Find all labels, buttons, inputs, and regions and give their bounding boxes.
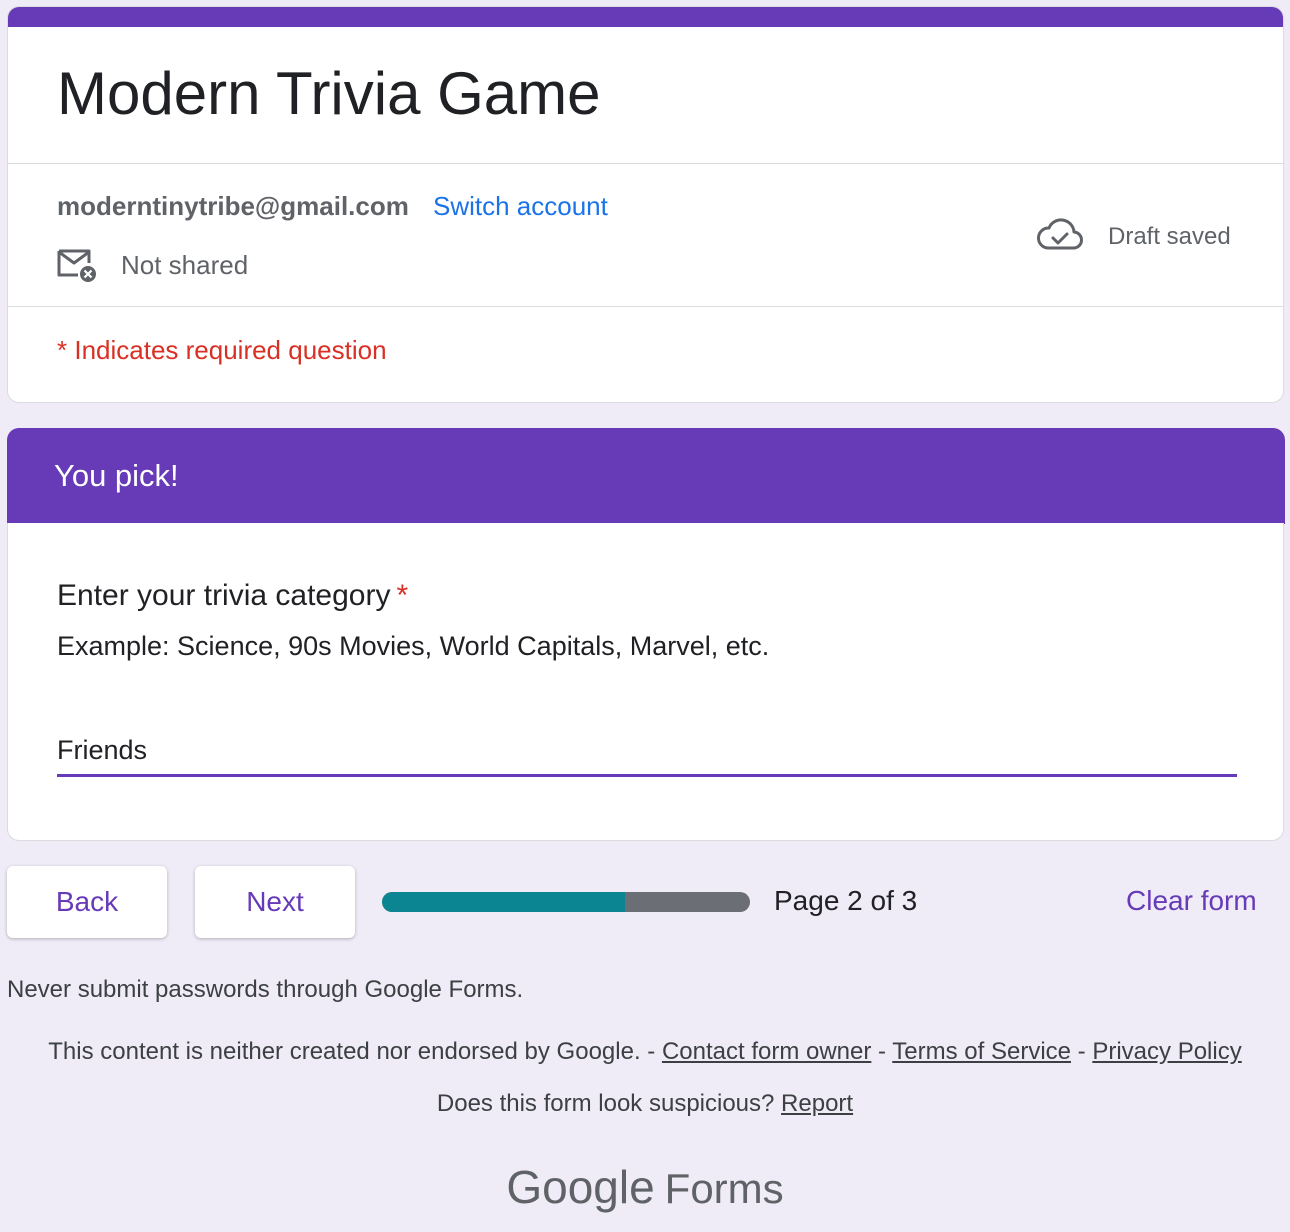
password-warning: Never submit passwords through Google Fo…	[7, 976, 524, 1003]
required-note: * Indicates required question	[57, 335, 387, 365]
divider	[8, 163, 1283, 164]
suspicious-text: Does this form look suspicious?	[436, 1090, 775, 1117]
form-header-card: Modern Trivia Game moderntinytribe@gmail…	[7, 6, 1284, 403]
account-email: moderntinytribe@gmail.com	[57, 191, 409, 221]
separator: -	[878, 1038, 887, 1065]
sharing-status: Not shared	[121, 250, 249, 280]
divider	[8, 306, 1283, 307]
page-indicator: Page 2 of 3	[774, 885, 918, 916]
google-forms-logo[interactable]: Google Forms	[0, 1160, 1290, 1214]
progress-bar	[382, 892, 750, 912]
cloud-check-icon	[1037, 218, 1083, 250]
separator: -	[1077, 1038, 1086, 1065]
back-button[interactable]: Back	[7, 866, 167, 938]
question-description: Example: Science, 90s Movies, World Capi…	[57, 631, 770, 661]
report-link[interactable]: Report	[781, 1090, 853, 1117]
header-accent-bar	[8, 7, 1283, 27]
question-title: Enter your trivia category *	[57, 579, 408, 613]
suspicious-notice: Does this form look suspicious? Report	[0, 1090, 1290, 1118]
save-status: Draft saved	[1108, 223, 1231, 250]
disclaimer: This content is neither created nor endo…	[0, 1038, 1290, 1066]
required-star: *	[396, 579, 409, 612]
section-title: You pick!	[54, 458, 179, 493]
privacy-link[interactable]: Privacy Policy	[1092, 1038, 1241, 1065]
question-title-text: Enter your trivia category	[57, 579, 391, 612]
disclaimer-text: This content is neither created nor endo…	[48, 1038, 656, 1065]
brand-forms: Forms	[664, 1165, 784, 1212]
answer-input[interactable]	[57, 727, 1237, 777]
terms-link[interactable]: Terms of Service	[892, 1038, 1071, 1065]
contact-owner-link[interactable]: Contact form owner	[662, 1038, 871, 1065]
brand-google: Google	[506, 1161, 655, 1213]
mail-x-icon	[57, 249, 96, 282]
switch-account-link[interactable]: Switch account	[433, 191, 608, 222]
question-card: Enter your trivia category * Example: Sci…	[7, 523, 1284, 841]
section-header: You pick!	[7, 428, 1285, 524]
next-button[interactable]: Next	[195, 866, 355, 938]
clear-form-button[interactable]: Clear form	[1126, 885, 1257, 917]
form-title: Modern Trivia Game	[57, 60, 601, 127]
progress-bar-fill	[382, 892, 625, 912]
